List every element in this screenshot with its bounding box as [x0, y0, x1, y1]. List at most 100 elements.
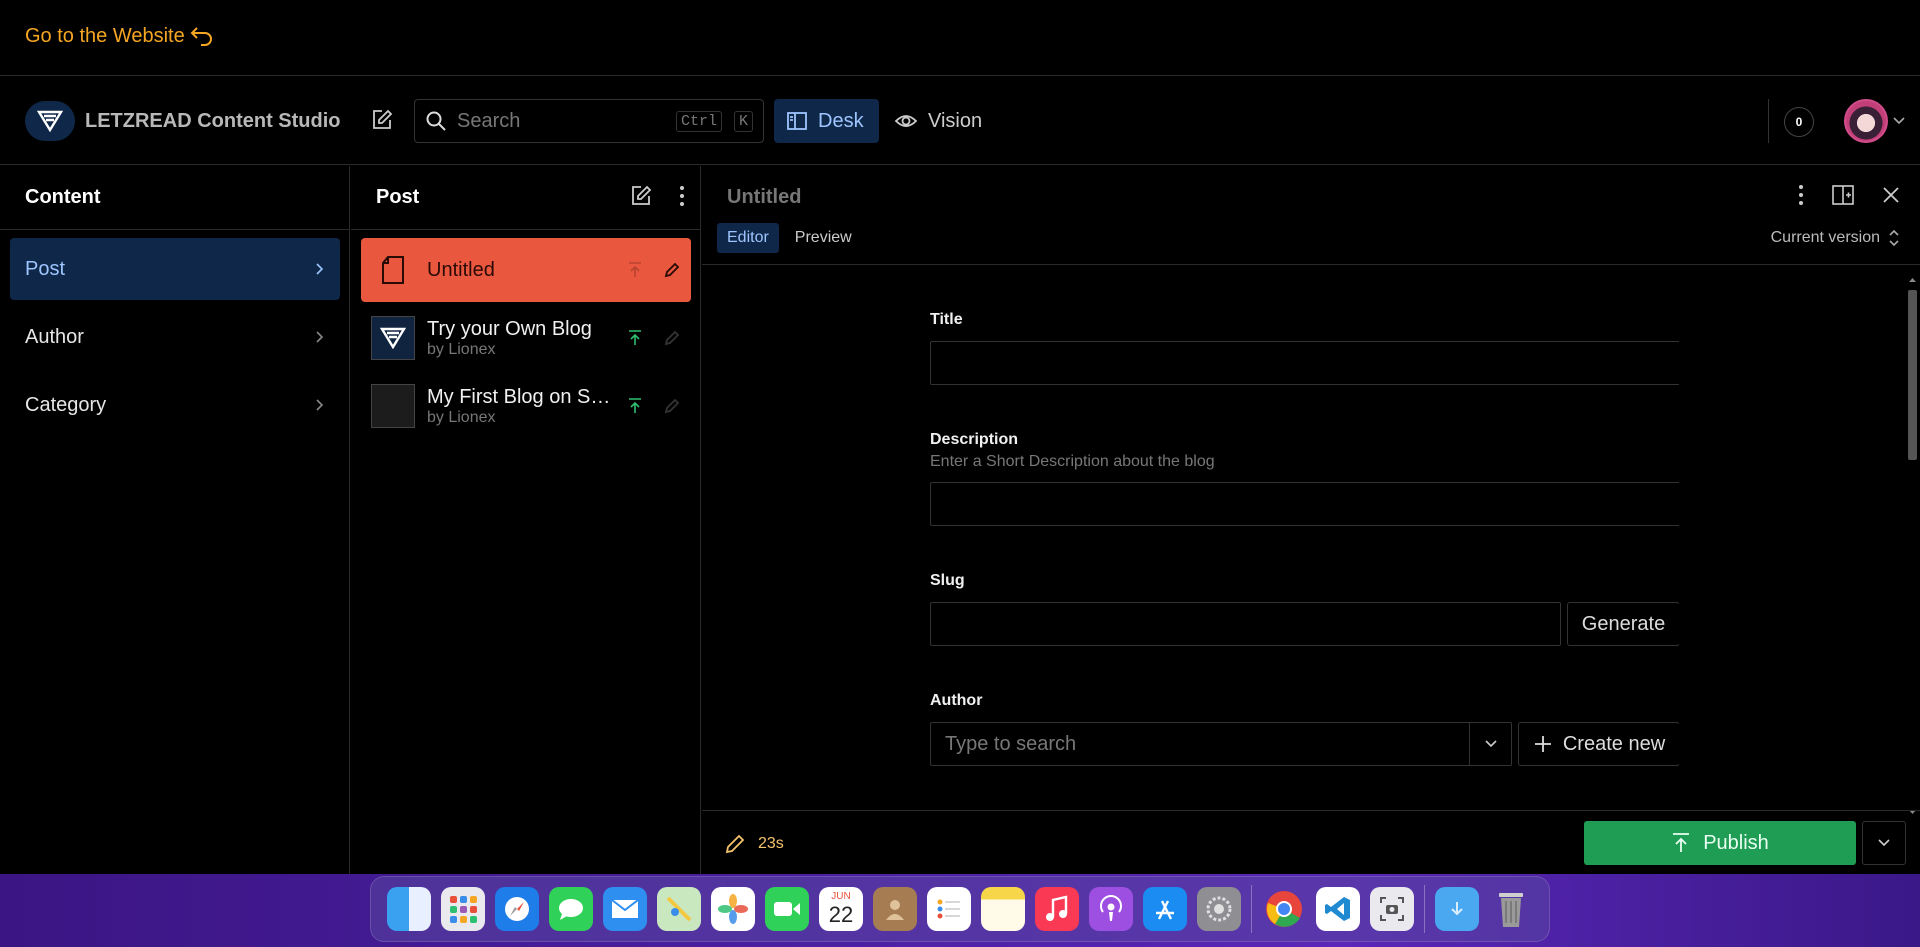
description-field-label: Description — [930, 431, 1019, 448]
desk-tool-button[interactable]: Desk — [774, 99, 879, 143]
facetime-icon[interactable] — [765, 887, 809, 931]
chevron-down-icon — [1878, 839, 1890, 847]
document-list-item[interactable]: My First Blog on S… by Lionex — [361, 374, 691, 438]
version-label: Current version — [1770, 229, 1880, 246]
content-item-author[interactable]: Author — [10, 306, 340, 368]
publish-options-button[interactable] — [1862, 821, 1906, 865]
scrollbar-thumb[interactable] — [1908, 290, 1917, 460]
music-icon[interactable] — [1035, 887, 1079, 931]
content-item-label: Post — [25, 257, 66, 280]
calendar-icon[interactable]: JUN 22 — [819, 887, 863, 931]
post-list-pane: Post Untitled Try your Own Blog by Lione… — [351, 166, 701, 874]
photos-icon[interactable] — [711, 887, 755, 931]
scroll-up-icon[interactable] — [1908, 276, 1917, 284]
user-avatar[interactable] — [1844, 99, 1888, 143]
blog-thumbnail — [371, 316, 415, 360]
document-footer: 23s Publish — [702, 810, 1920, 874]
compose-icon[interactable] — [629, 184, 653, 208]
edit-status: 23s — [724, 833, 784, 855]
content-item-category[interactable]: Category — [10, 374, 340, 436]
vision-label: Vision — [928, 109, 983, 132]
reminders-icon[interactable] — [927, 887, 971, 931]
author-search-input[interactable]: Type to search — [930, 722, 1512, 766]
slug-input[interactable] — [930, 602, 1561, 646]
mail-icon[interactable] — [603, 887, 647, 931]
editor-scrollbar[interactable] — [1906, 276, 1918, 816]
document-author: by Lionex — [427, 340, 496, 358]
app-store-icon[interactable] — [1143, 887, 1187, 931]
more-vertical-icon[interactable] — [1798, 184, 1804, 206]
post-pane-title: Post — [376, 186, 420, 208]
content-item-label: Category — [25, 393, 107, 416]
messages-icon[interactable] — [549, 887, 593, 931]
edit-pencil-icon — [664, 262, 680, 278]
publish-status-icon — [629, 262, 641, 277]
launchpad-icon[interactable] — [441, 887, 485, 931]
more-vertical-icon[interactable] — [679, 185, 685, 207]
last-edited-time: 23s — [758, 835, 784, 852]
chrome-icon[interactable] — [1262, 887, 1306, 931]
studio-navbar: LETZREAD Content Studio Search Ctrl K De… — [0, 77, 1920, 165]
screenshot-icon[interactable] — [1370, 887, 1414, 931]
document-form: Title Description Enter a Short Descript… — [929, 265, 1679, 810]
slug-field-label: Slug — [930, 572, 965, 589]
tab-editor[interactable]: Editor — [717, 223, 779, 253]
studio-brand[interactable]: LETZREAD Content Studio — [25, 101, 341, 141]
document-author: by Lionex — [427, 408, 496, 426]
create-new-label: Create new — [1562, 732, 1666, 755]
calendar-day: 22 — [828, 902, 854, 927]
document-list-item[interactable]: Untitled — [361, 238, 691, 302]
vision-tool-button[interactable]: Vision — [894, 99, 982, 143]
desk-icon — [787, 112, 807, 130]
title-input[interactable] — [930, 341, 1679, 385]
finder-icon[interactable] — [387, 887, 431, 931]
dock-divider — [1424, 885, 1425, 933]
chevron-right-icon — [316, 331, 324, 343]
title-field-label: Title — [930, 311, 963, 328]
publish-button[interactable]: Publish — [1584, 821, 1856, 865]
shortcut-ctrl: Ctrl — [675, 110, 722, 132]
published-icon — [629, 398, 641, 413]
podcasts-icon[interactable] — [1089, 887, 1133, 931]
vscode-icon[interactable] — [1316, 887, 1360, 931]
downloads-folder-icon[interactable] — [1435, 887, 1479, 931]
global-search[interactable]: Search Ctrl K — [414, 99, 764, 143]
desk-label: Desk — [818, 109, 864, 132]
author-dropdown-toggle[interactable] — [1469, 723, 1511, 765]
generate-slug-button[interactable]: Generate — [1567, 602, 1679, 646]
top-bar: Go to the Website — [0, 0, 1920, 76]
chevron-up-down-icon — [1889, 229, 1899, 247]
chevron-down-icon — [1484, 740, 1497, 748]
document-header-title: Untitled — [727, 186, 802, 208]
return-arrow-icon — [190, 27, 212, 46]
document-list-item[interactable]: Try your Own Blog by Lionex — [361, 306, 691, 370]
split-pane-icon[interactable] — [1832, 185, 1854, 205]
published-icon — [629, 330, 641, 345]
notification-count-badge[interactable]: 0 — [1784, 107, 1814, 137]
maps-icon[interactable] — [657, 887, 701, 931]
new-document-button[interactable] — [370, 108, 394, 137]
pane-divider — [351, 229, 700, 230]
search-icon — [426, 111, 446, 131]
close-icon[interactable] — [1882, 186, 1900, 204]
contacts-icon[interactable] — [873, 887, 917, 931]
version-selector[interactable]: Current version — [1771, 228, 1900, 248]
go-to-website-link[interactable]: Go to the Website — [25, 24, 215, 48]
content-item-post[interactable]: Post — [10, 238, 340, 300]
tab-preview[interactable]: Preview — [785, 223, 862, 253]
publish-icon — [1673, 833, 1690, 852]
letzread-logo-icon — [25, 101, 75, 141]
description-input[interactable] — [930, 482, 1679, 526]
chevron-down-icon[interactable] — [1892, 115, 1906, 127]
system-settings-icon[interactable] — [1197, 887, 1241, 931]
create-new-author-button[interactable]: Create new — [1518, 722, 1679, 766]
macos-dock: JUN 22 — [370, 876, 1550, 942]
notes-icon[interactable] — [981, 887, 1025, 931]
navbar-divider — [1768, 99, 1769, 143]
chevron-right-icon — [316, 263, 324, 275]
trash-icon[interactable] — [1489, 887, 1533, 931]
safari-icon[interactable] — [495, 887, 539, 931]
description-hint: Enter a Short Description about the blog — [930, 453, 1215, 470]
search-input[interactable]: Search — [457, 110, 664, 133]
document-icon — [371, 248, 415, 292]
